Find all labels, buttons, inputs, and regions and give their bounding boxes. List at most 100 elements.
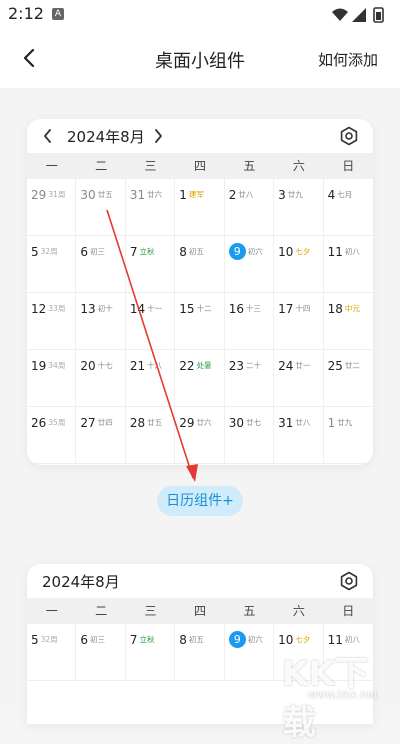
calendar-day-cell[interactable]: 6 初三	[76, 624, 126, 681]
settings-icon[interactable]	[339, 571, 359, 591]
calendar-day-cell[interactable]: 17 十四	[274, 293, 324, 350]
how-to-add-button[interactable]: 如何添加	[318, 49, 378, 70]
weekday-label: 一	[45, 604, 58, 618]
calendar-day-cell[interactable]: 9 初六	[224, 624, 275, 681]
calendar-day-cell[interactable]: 24 廿一	[274, 350, 324, 407]
day-number: 28	[129, 415, 146, 430]
calendar-day-cell[interactable]: 1 建军	[175, 179, 225, 236]
day-number: 29	[31, 187, 47, 202]
weekday-label: 四	[193, 159, 206, 173]
calendar-day-cell[interactable]: 31 廿六	[125, 179, 176, 236]
calendar-day-cell[interactable]: 8 初五	[175, 624, 225, 681]
calendar-day-cell[interactable]: 30 廿五	[76, 179, 126, 236]
calendar-day-cell[interactable]: 22 处暑	[175, 350, 225, 407]
calendar-day-cell[interactable]: 9 初六	[224, 236, 275, 293]
status-bar: 2:12 A	[0, 0, 400, 30]
calendar-day-cell[interactable]: 13 初十	[76, 293, 126, 350]
day-number: 10	[278, 632, 294, 647]
calendar-day-cell[interactable]: 27 廿四	[76, 407, 126, 464]
day-number: 1	[327, 415, 336, 430]
lunar-label: 32周	[40, 247, 58, 256]
day-number: 22	[179, 358, 195, 373]
calendar-day-cell[interactable]: 15 十二	[175, 293, 225, 350]
lunar-label: 十一	[147, 304, 163, 313]
lunar-label: 立秋	[139, 247, 155, 256]
calendar-day-cell[interactable]: 31 廿八	[274, 407, 324, 464]
lunar-label: 廿八	[295, 418, 311, 427]
calendar-day-cell[interactable]: 14 十一	[125, 293, 176, 350]
day-number: 8	[179, 244, 187, 259]
day-number: 24	[278, 358, 294, 373]
lunar-label: 七夕	[295, 247, 311, 256]
calendar-day-cell[interactable]: 10 七夕	[274, 624, 324, 681]
weekday-label: 三	[144, 159, 157, 173]
calendar-day-cell[interactable]: 12 33周	[27, 293, 77, 350]
lunar-label: 31周	[48, 190, 66, 199]
settings-icon[interactable]	[339, 126, 359, 146]
calendar-day-cell[interactable]: 11 初八	[323, 236, 373, 293]
day-number: 13	[80, 301, 96, 316]
calendar-grid: 5 32周 6 初三 7 立秋 8 初五 9 初六 10 七夕 11 初八	[27, 624, 373, 681]
lunar-label: 廿四	[97, 418, 113, 427]
calendar-day-cell[interactable]: 18 中元	[323, 293, 373, 350]
navigation-bar: 桌面小组件 如何添加	[0, 30, 400, 88]
lunar-label: 立秋	[139, 635, 155, 644]
calendar-day-cell[interactable]: 6 初三	[76, 236, 126, 293]
lunar-label: 初三	[90, 247, 106, 256]
calendar-day-cell[interactable]: 4 七月	[323, 179, 373, 236]
lunar-label: 建军	[188, 190, 204, 199]
day-number: 7	[129, 632, 138, 647]
calendar-day-cell[interactable]: 28 廿五	[125, 407, 176, 464]
calendar-day-cell[interactable]: 21 十八	[125, 350, 176, 407]
calendar-day-cell[interactable]: 20 十七	[76, 350, 126, 407]
day-number: 2	[228, 187, 237, 202]
day-number: 6	[80, 632, 89, 647]
calendar-day-cell[interactable]: 25 廿二	[323, 350, 373, 407]
calendar-day-cell[interactable]: 29 31周	[27, 179, 77, 236]
calendar-widget-week[interactable]: 2024年8月 一二三四五六日 5 32周 6 初三 7 立秋 8 初五 9 初六 10 七夕 11 初八	[27, 564, 373, 724]
day-number: 12	[31, 301, 47, 316]
calendar-day-cell[interactable]: 29 廿六	[175, 407, 225, 464]
day-number: 10	[278, 244, 294, 259]
calendar-day-cell[interactable]: 5 32周	[27, 624, 77, 681]
day-number: 17	[278, 301, 294, 316]
calendar-day-cell[interactable]: 1 廿九	[323, 407, 373, 464]
weekday-label: 日	[342, 159, 355, 173]
day-number: 15	[179, 301, 195, 316]
calendar-widget-month[interactable]: 2024年8月 一二三四五六日 29 31周 30 廿五 31 廿六 1 建军 2 廿八 3 廿九 4 七…	[27, 119, 373, 465]
calendar-day-cell[interactable]: 10 七夕	[274, 236, 324, 293]
lunar-label: 十三	[245, 304, 261, 313]
prev-month-icon[interactable]	[41, 127, 55, 145]
calendar-day-cell[interactable]: 23 二十	[224, 350, 275, 407]
calendar-grid: 29 31周 30 廿五 31 廿六 1 建军 2 廿八 3 廿九 4 七月 5 32周 6 初三 7 立秋 8 初五 9 初…	[27, 179, 373, 464]
calendar-day-cell[interactable]: 16 十三	[224, 293, 275, 350]
today-date: 9	[228, 631, 246, 648]
calendar-day-cell[interactable]: 3 廿九	[274, 179, 324, 236]
lunar-label: 廿九	[287, 190, 303, 199]
next-month-icon[interactable]	[151, 127, 165, 145]
calendar-day-cell[interactable]: 8 初五	[175, 236, 225, 293]
calendar-day-cell[interactable]: 30 廿七	[224, 407, 275, 464]
calendar-day-cell[interactable]: 2 廿八	[224, 179, 275, 236]
calendar-day-cell[interactable]: 26 35周	[27, 407, 77, 464]
lunar-label: 廿一	[295, 361, 311, 370]
calendar-day-cell[interactable]: 7 立秋	[125, 624, 176, 681]
calendar-day-cell[interactable]: 7 立秋	[125, 236, 176, 293]
lunar-label: 廿七	[245, 418, 261, 427]
lunar-label: 十四	[295, 304, 311, 313]
day-number: 31	[278, 415, 294, 430]
calendar-day-cell[interactable]: 19 34周	[27, 350, 77, 407]
add-calendar-widget-button[interactable]: 日历组件+	[157, 486, 243, 516]
day-number: 4	[327, 187, 336, 202]
weekday-label: 六	[292, 159, 305, 173]
calendar-day-cell[interactable]: 11 初八	[323, 624, 373, 681]
lunar-label: 廿五	[147, 418, 163, 427]
day-number: 16	[228, 301, 244, 316]
lunar-label: 初八	[344, 247, 360, 256]
calendar-day-cell[interactable]: 5 32周	[27, 236, 77, 293]
back-icon[interactable]	[18, 46, 42, 70]
day-number: 25	[327, 358, 343, 373]
lunar-label: 十八	[147, 361, 163, 370]
day-number: 11	[327, 632, 343, 647]
lunar-label: 廿八	[238, 190, 254, 199]
